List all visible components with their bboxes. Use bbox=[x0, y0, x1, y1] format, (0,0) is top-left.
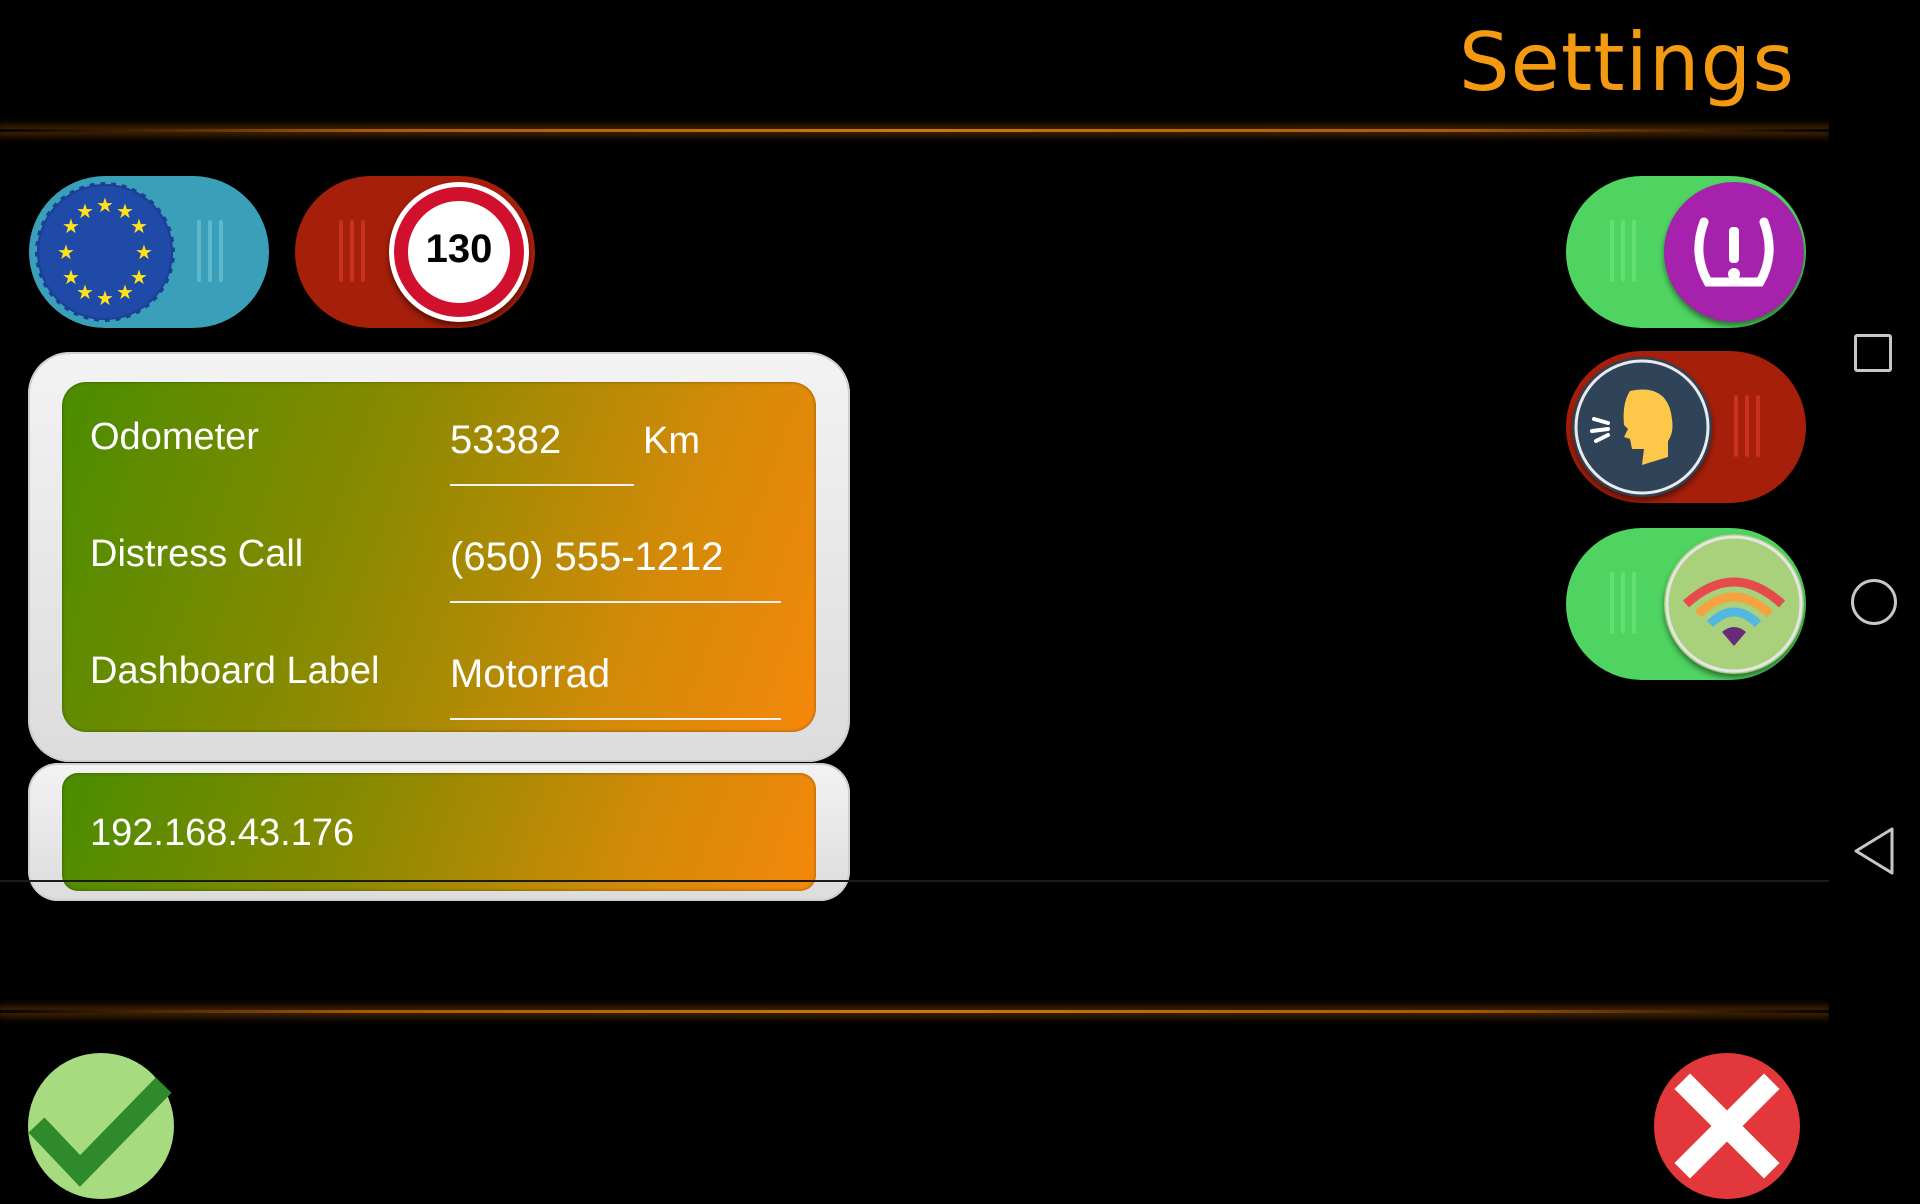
toggle-grip bbox=[197, 220, 223, 282]
settings-screen: Settings ★ ★ ★ ★ ★ ★ ★ ★ ★ ★ ★ ★ 130 Odo… bbox=[0, 0, 1829, 1200]
odometer-underline bbox=[450, 484, 634, 486]
tire-pressure-warning-icon bbox=[1664, 182, 1804, 322]
wifi-icon bbox=[1664, 534, 1804, 674]
square-icon[interactable] bbox=[1854, 334, 1892, 372]
cancel-button[interactable] bbox=[1654, 1053, 1800, 1199]
page-title: Settings bbox=[1458, 16, 1795, 109]
svg-text:★: ★ bbox=[130, 214, 148, 238]
svg-text:★: ★ bbox=[96, 286, 114, 310]
speed-limit-sign-icon: 130 bbox=[389, 182, 529, 322]
eu-flag-icon: ★ ★ ★ ★ ★ ★ ★ ★ ★ ★ ★ ★ bbox=[33, 180, 177, 324]
distress-call-input[interactable]: (650) 555-1212 bbox=[450, 535, 724, 580]
vehicle-settings-panel: Odometer 53382 Km Distress Call (650) 55… bbox=[62, 382, 816, 732]
section-divider bbox=[0, 880, 1829, 882]
dashboard-label-label: Dashboard Label bbox=[90, 650, 380, 692]
speed-limit-toggle[interactable]: 130 bbox=[295, 176, 535, 328]
speaking-head-icon bbox=[1572, 357, 1712, 497]
odometer-label: Odometer bbox=[90, 416, 259, 458]
svg-text:★: ★ bbox=[135, 240, 153, 264]
svg-text:★: ★ bbox=[76, 199, 94, 223]
dashboard-label-underline bbox=[450, 718, 781, 720]
odometer-unit: Km bbox=[643, 420, 700, 462]
svg-text:★: ★ bbox=[57, 240, 75, 264]
network-panel: 192.168.43.176 bbox=[62, 773, 816, 891]
triangle-back-icon[interactable] bbox=[1852, 826, 1896, 876]
close-x-icon bbox=[1674, 1073, 1780, 1179]
region-eu-toggle[interactable]: ★ ★ ★ ★ ★ ★ ★ ★ ★ ★ ★ ★ bbox=[29, 176, 269, 328]
voice-toggle[interactable] bbox=[1566, 351, 1806, 503]
distress-call-underline bbox=[450, 601, 781, 603]
toggle-grip bbox=[339, 220, 365, 282]
checkmark-icon bbox=[28, 1077, 172, 1187]
header-divider bbox=[0, 129, 1829, 132]
distress-call-label: Distress Call bbox=[90, 533, 304, 575]
speed-limit-value: 130 bbox=[425, 227, 493, 271]
ip-address: 192.168.43.176 bbox=[90, 812, 355, 854]
toggle-grip bbox=[1734, 395, 1760, 457]
vehicle-settings-card: Odometer 53382 Km Distress Call (650) 55… bbox=[28, 352, 850, 762]
circle-icon[interactable] bbox=[1851, 579, 1897, 625]
svg-text:★: ★ bbox=[62, 265, 80, 289]
odometer-input[interactable]: 53382 bbox=[450, 418, 561, 463]
toggle-grip bbox=[1610, 572, 1636, 634]
wifi-toggle[interactable] bbox=[1566, 528, 1806, 680]
dashboard-label-input[interactable]: Motorrad bbox=[450, 652, 610, 697]
confirm-button[interactable] bbox=[28, 1053, 174, 1199]
svg-text:★: ★ bbox=[96, 193, 114, 217]
svg-text:★: ★ bbox=[116, 280, 134, 304]
toggle-grip bbox=[1610, 220, 1636, 282]
tire-pressure-toggle[interactable] bbox=[1566, 176, 1806, 328]
footer-divider bbox=[0, 1010, 1829, 1013]
